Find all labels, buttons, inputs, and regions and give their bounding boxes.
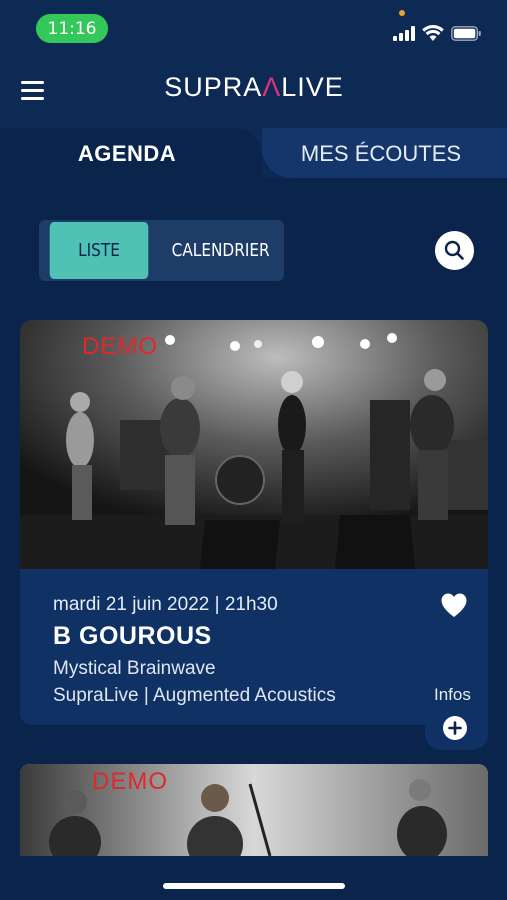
- privacy-indicator-dot: [399, 10, 405, 16]
- app-logo: SUPRAΛLIVE: [164, 72, 344, 102]
- event-photo: [20, 764, 488, 856]
- event-date: mardi 21 juin 2022 | 21h30: [53, 594, 278, 615]
- search-button[interactable]: [435, 231, 474, 270]
- event-card[interactable]: DEMO mardi 21 juin 2022 | 21h30 B GOUROU…: [20, 320, 488, 725]
- event-photo: DEMO: [20, 320, 488, 569]
- event-venue: SupraLive | Augmented Acoustics: [53, 685, 336, 706]
- more-info-button[interactable]: [443, 716, 467, 740]
- tab-mes-ecoutes[interactable]: MES ÉCOUTES: [262, 141, 500, 167]
- event-card[interactable]: DEMO: [20, 764, 488, 856]
- infos-label[interactable]: Infos: [434, 685, 471, 705]
- demo-watermark: DEMO: [82, 333, 158, 360]
- home-indicator[interactable]: [163, 883, 345, 889]
- search-icon: [444, 240, 464, 260]
- cellular-signal-icon: [393, 26, 415, 41]
- toggle-list-button[interactable]: LISTE: [49, 222, 149, 279]
- heart-icon[interactable]: [440, 592, 468, 618]
- plus-icon: [448, 721, 462, 735]
- wifi-icon: [422, 25, 444, 41]
- tab-agenda[interactable]: AGENDA: [0, 141, 254, 167]
- demo-watermark: DEMO: [92, 768, 168, 795]
- view-toggle: LISTE CALENDRIER: [39, 220, 284, 281]
- status-time: 11:16: [36, 14, 108, 43]
- battery-icon: [451, 26, 481, 41]
- hamburger-menu-icon[interactable]: [21, 79, 45, 101]
- event-subtitle: Mystical Brainwave: [53, 658, 216, 679]
- status-bar: 11:16: [0, 0, 507, 58]
- event-title: B GOUROUS: [53, 622, 212, 650]
- toggle-calendar-button[interactable]: CALENDRIER: [159, 222, 283, 279]
